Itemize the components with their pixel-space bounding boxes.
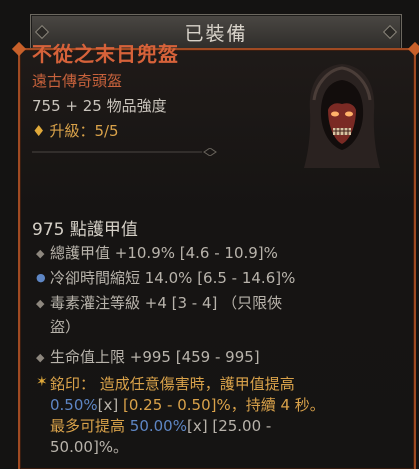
aspect-description: 銘印： 造成任意傷害時，護甲值提高 0.50%[x] [0.25 - 0.50]… (50, 374, 400, 458)
upgrade-diamond-icon: ♦ (32, 122, 46, 140)
affix-total-armor: 總護甲值 +10.9% [4.6 - 10.9]% (50, 244, 278, 262)
frame-corner-right (407, 41, 419, 57)
affix-max-life: 生命值上限 +995 [459 - 995] (50, 348, 260, 366)
affix-bullet-2: ● (36, 271, 46, 284)
item-upgrade: ♦ 升級：5/5 (32, 120, 119, 141)
affix-poison-line2: 盜） (50, 318, 81, 336)
affix-bullet-3: ◆ (36, 297, 45, 310)
header-ornament-left (34, 24, 50, 40)
aspect-range-2: [25.00 - (207, 417, 272, 435)
hooded-helm-icon (304, 64, 380, 168)
armor-value: 975 點護甲值 (32, 220, 138, 240)
item-name: 不從之末日兜盔 (32, 42, 179, 66)
frame-corner-left (11, 41, 27, 57)
upgrade-text: 升級：5/5 (49, 122, 119, 140)
affix-cooldown: 冷卻時間縮短 14.0% [6.5 - 14.6]% (50, 269, 296, 287)
item-type: 遠古傳奇頭盔 (32, 72, 123, 90)
affix-poison-line1: 毒素灌注等級 +4 [3 - 4] （只限俠 (50, 294, 283, 312)
aspect-line1: 銘印： 造成任意傷害時，護甲值提高 (50, 374, 400, 395)
aspect-x-1: [x] (97, 396, 119, 414)
aspect-text-3: 最多可提高 (50, 417, 130, 435)
affix-bullet-1: ◆ (36, 247, 45, 260)
aspect-star-icon: ✶ (36, 374, 48, 390)
aspect-value-1: 0.50% (50, 396, 98, 414)
section-divider (32, 148, 217, 156)
aspect-line2: 0.50%[x] [0.25 - 0.50]%，持續 4 秒。 (50, 395, 400, 416)
aspect-text-1: 造成任意傷害時，護甲值提高 (99, 375, 295, 393)
aspect-x-2: [x] (186, 417, 208, 435)
aspect-line4: 50.00]%。 (50, 437, 400, 458)
header-title: 已裝備 (184, 22, 248, 45)
aspect-label: 銘印： (50, 375, 96, 393)
aspect-text-2: [0.25 - 0.50]%，持續 4 秒。 (118, 396, 325, 414)
aspect-value-2: 50.00% (129, 417, 187, 435)
aspect-line3: 最多可提高 50.00%[x] [25.00 - (50, 416, 400, 437)
affix-poison-imbue: 毒素灌注等級 +4 [3 - 4] （只限俠 盜） (50, 293, 400, 337)
aspect-range-end: 50.00]%。 (50, 438, 129, 456)
affix-bullet-4: ◆ (36, 351, 45, 364)
item-power: 755 + 25 物品強度 (32, 97, 167, 115)
header-ornament-right (382, 24, 398, 40)
